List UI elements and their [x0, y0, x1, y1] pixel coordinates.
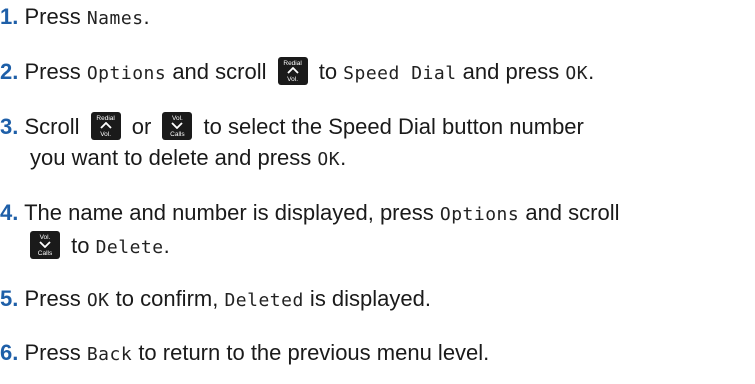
step-number: 3. [0, 114, 19, 139]
screen-text: Deleted [224, 290, 304, 311]
step-6: 6. Press Back to return to the previous … [0, 340, 490, 365]
screen-text: Names [86, 8, 144, 29]
chevron-down-icon [171, 122, 184, 129]
redial-vol-up-key-icon: Redial Vol. [277, 57, 308, 85]
screen-text: Speed Dial [343, 63, 457, 84]
step-2: 2. Press Options and scroll Redial Vol. t… [0, 57, 595, 85]
screen-text: Delete [95, 237, 164, 258]
step-1: 1. Press Names. [0, 4, 150, 29]
chevron-up-icon [99, 122, 112, 129]
screen-text: OK [565, 63, 589, 84]
screen-text: OK [317, 149, 341, 170]
vol-calls-down-key-icon: Vol. Calls [162, 112, 193, 140]
step-number: 6. [0, 340, 19, 365]
screen-text: Options [439, 204, 520, 225]
instruction-page: 1. Press Names. 2. Press Options and scr… [0, 0, 755, 384]
screen-text: Options [86, 63, 167, 84]
step-4: 4. The name and number is displayed, pre… [0, 200, 620, 259]
step-number: 5. [0, 286, 19, 311]
redial-vol-up-key-icon: Redial Vol. [90, 112, 121, 140]
chevron-up-icon [286, 67, 299, 74]
step-number: 4. [0, 200, 19, 225]
step-number: 2. [0, 59, 19, 84]
step-3: 3. Scroll Redial Vol. or Vol. Calls to sel… [0, 112, 584, 170]
step-5: 5. Press OK to confirm, Deleted is displ… [0, 286, 431, 311]
step-number: 1. [0, 4, 19, 29]
chevron-down-icon [39, 241, 51, 248]
vol-calls-down-key-icon: Vol. Calls [30, 231, 60, 259]
screen-text: OK [86, 290, 110, 311]
screen-text: Back [86, 344, 133, 365]
